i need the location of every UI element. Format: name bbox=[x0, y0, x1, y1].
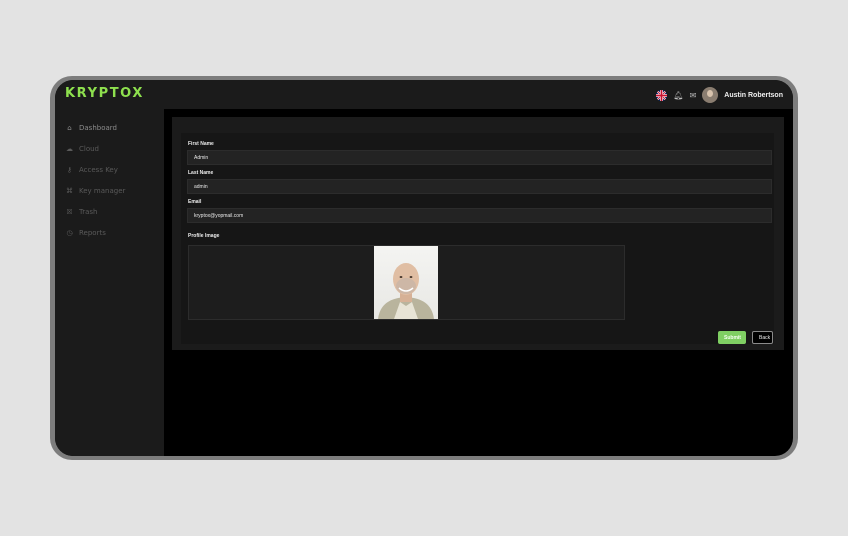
sidebar-item-label: Reports bbox=[79, 229, 106, 237]
device-frame: KRYPTOX 🔔︎ ✉ Austin Robertson ⌂ Dashboar… bbox=[50, 76, 798, 460]
logo: KRYPTOX bbox=[65, 86, 144, 101]
sidebar-item-reports[interactable]: ◷ Reports bbox=[65, 229, 106, 237]
email-field[interactable] bbox=[187, 208, 772, 223]
email-label: Email bbox=[188, 199, 202, 205]
key-icon: ⚷ bbox=[66, 166, 73, 174]
mail-icon[interactable]: ✉ bbox=[690, 91, 697, 100]
sidebar-item-label: Access Key bbox=[79, 166, 118, 174]
top-bar: KRYPTOX 🔔︎ ✉ Austin Robertson bbox=[55, 80, 793, 109]
sidebar-item-trash[interactable]: ☒ Trash bbox=[65, 208, 98, 216]
header-actions: 🔔︎ ✉ Austin Robertson bbox=[656, 84, 783, 106]
cloud-icon: ☁︎ bbox=[66, 145, 73, 153]
key-manager-icon: ⌘ bbox=[66, 187, 73, 195]
sidebar-item-label: Trash bbox=[79, 208, 98, 216]
uk-flag-icon[interactable] bbox=[656, 89, 668, 101]
profile-image-label: Profile Image bbox=[188, 233, 220, 239]
user-name[interactable]: Austin Robertson bbox=[724, 92, 783, 99]
last-name-label: Last Name bbox=[188, 170, 214, 176]
back-button[interactable]: Back bbox=[752, 331, 773, 344]
sidebar-item-dashboard[interactable]: ⌂ Dashboard bbox=[65, 124, 117, 132]
sidebar-item-label: Cloud bbox=[79, 145, 99, 153]
sidebar-item-label: Dashboard bbox=[79, 124, 117, 132]
sidebar: ⌂ Dashboard ☁︎ Cloud ⚷ Access Key ⌘ Key … bbox=[55, 109, 164, 456]
first-name-field[interactable] bbox=[187, 150, 772, 165]
home-icon: ⌂ bbox=[67, 124, 72, 132]
reports-icon: ◷ bbox=[66, 229, 73, 237]
sidebar-item-key-manager[interactable]: ⌘ Key manager bbox=[65, 187, 125, 195]
trash-icon: ☒ bbox=[66, 208, 73, 216]
first-name-label: First Name bbox=[188, 141, 214, 147]
last-name-field[interactable] bbox=[187, 179, 772, 194]
profile-photo bbox=[374, 246, 438, 319]
sidebar-item-cloud[interactable]: ☁︎ Cloud bbox=[65, 145, 99, 153]
sidebar-item-access-key[interactable]: ⚷ Access Key bbox=[65, 166, 118, 174]
app-screen: KRYPTOX 🔔︎ ✉ Austin Robertson ⌂ Dashboar… bbox=[55, 80, 793, 456]
sidebar-item-label: Key manager bbox=[79, 187, 126, 195]
submit-button[interactable]: Submit bbox=[718, 331, 746, 344]
avatar[interactable] bbox=[702, 87, 719, 103]
bell-icon[interactable]: 🔔︎ bbox=[673, 91, 683, 100]
